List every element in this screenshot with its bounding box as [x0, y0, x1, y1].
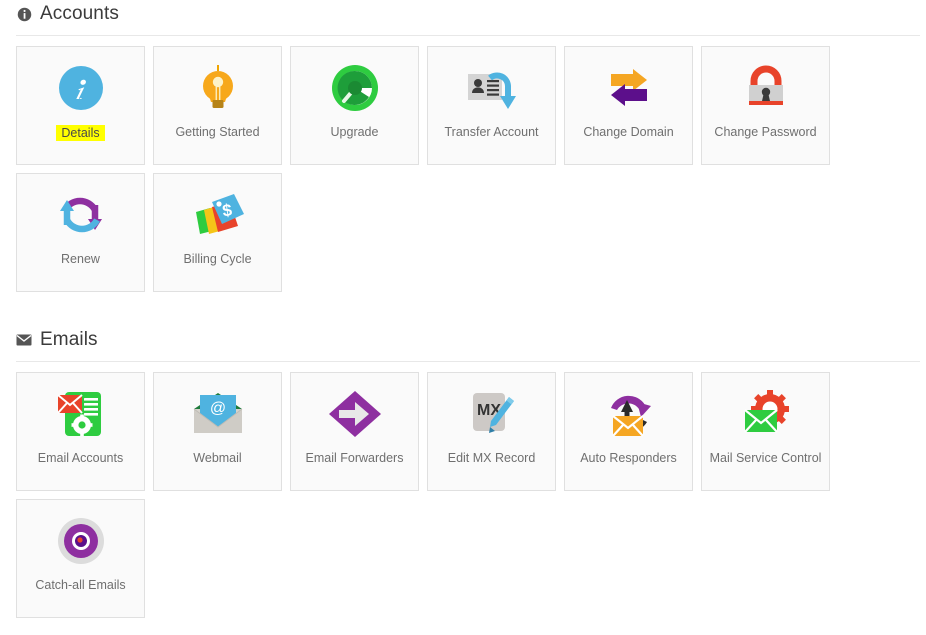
lightbulb-icon: [154, 51, 281, 125]
section-divider: [16, 35, 920, 36]
tile-change-password[interactable]: Change Password: [701, 46, 830, 165]
tile-label: Edit MX Record: [444, 451, 540, 465]
tile-edit-mx-record[interactable]: MX Edit MX Record: [427, 372, 556, 491]
tile-grid-accounts: Details Getting Started: [0, 46, 926, 300]
tile-label: Email Accounts: [34, 451, 127, 465]
tile-label: Email Forwarders: [302, 451, 408, 465]
tile-renew[interactable]: Renew: [16, 173, 145, 292]
tile-auto-responders[interactable]: Auto Responders: [564, 372, 693, 491]
section-divider: [16, 361, 920, 362]
tile-label: Webmail: [189, 451, 245, 465]
tile-email-forwarders[interactable]: Email Forwarders: [290, 372, 419, 491]
tile-upgrade[interactable]: Upgrade: [290, 46, 419, 165]
section-spacer: [0, 300, 926, 326]
tile-label: Change Domain: [579, 125, 677, 139]
section-emails: Emails: [0, 326, 926, 626]
exchange-arrows-icon: [565, 51, 692, 125]
section-accounts: Accounts Details: [0, 0, 926, 300]
at-envelope-icon: @: [154, 377, 281, 451]
tile-label: Details: [56, 125, 104, 141]
tile-label: Renew: [57, 252, 104, 266]
autoresponder-icon: [565, 377, 692, 451]
tile-getting-started[interactable]: Getting Started: [153, 46, 282, 165]
email-accounts-icon: [17, 377, 144, 451]
tile-label: Billing Cycle: [179, 252, 255, 266]
forward-diamond-icon: [291, 377, 418, 451]
refresh-arrows-icon: [17, 178, 144, 252]
section-title: Emails: [40, 329, 98, 351]
section-header-accounts: Accounts: [0, 0, 926, 28]
tile-label: Getting Started: [171, 125, 263, 139]
padlock-icon: [702, 51, 829, 125]
tile-label: Upgrade: [327, 125, 383, 139]
envelope-icon: [16, 332, 32, 348]
mail-gear-icon: [702, 377, 829, 451]
tile-transfer-account[interactable]: Transfer Account: [427, 46, 556, 165]
gauge-icon: [291, 51, 418, 125]
contact-card-arrow-icon: [428, 51, 555, 125]
section-title: Accounts: [40, 3, 119, 25]
tile-webmail[interactable]: @ Webmail: [153, 372, 282, 491]
price-tags-icon: $: [154, 178, 281, 252]
target-circles-icon: [17, 504, 144, 578]
tile-grid-emails: Email Accounts @ Webmail: [0, 372, 926, 626]
info-circle-icon: [16, 6, 32, 22]
tile-label: Mail Service Control: [706, 451, 826, 465]
info-badge-icon: [17, 51, 144, 125]
tile-change-domain[interactable]: Change Domain: [564, 46, 693, 165]
tile-email-accounts[interactable]: Email Accounts: [16, 372, 145, 491]
tile-details[interactable]: Details: [16, 46, 145, 165]
tile-mail-service-control[interactable]: Mail Service Control: [701, 372, 830, 491]
tile-label: Change Password: [710, 125, 820, 139]
svg-text:@: @: [209, 400, 225, 417]
tile-catch-all-emails[interactable]: Catch-all Emails: [16, 499, 145, 618]
tile-billing-cycle[interactable]: $ Billing Cycle: [153, 173, 282, 292]
control-panel-page: Accounts Details: [0, 0, 926, 626]
mx-pencil-icon: MX: [428, 377, 555, 451]
tile-label: Catch-all Emails: [31, 578, 129, 592]
tile-label: Transfer Account: [440, 125, 542, 139]
section-header-emails: Emails: [0, 326, 926, 354]
tile-label: Auto Responders: [576, 451, 681, 465]
